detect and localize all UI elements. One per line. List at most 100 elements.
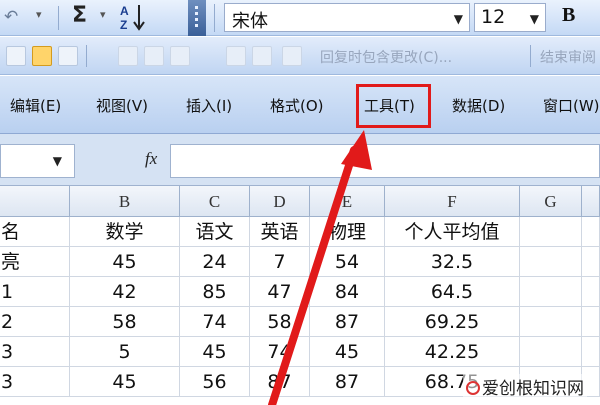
- cell-header-physics[interactable]: 物理: [310, 217, 385, 247]
- font-size-value: 12: [481, 6, 506, 28]
- font-size-combobox[interactable]: 12 ▼: [474, 3, 546, 32]
- cell-chinese[interactable]: 45: [180, 337, 250, 367]
- cell-empty[interactable]: [582, 337, 600, 367]
- font-name-combobox[interactable]: 宋体 ▼: [224, 3, 470, 32]
- cell-physics[interactable]: 45: [310, 337, 385, 367]
- cell-math[interactable]: 42: [70, 277, 180, 307]
- cell-average[interactable]: 32.5: [385, 247, 520, 277]
- cell-name[interactable]: 3: [0, 337, 70, 367]
- cell-empty[interactable]: [520, 277, 582, 307]
- edit-comment-icon[interactable]: [144, 46, 164, 66]
- autosum-dropdown-icon[interactable]: ▾: [100, 8, 106, 21]
- cell-average[interactable]: 64.5: [385, 277, 520, 307]
- cell-math[interactable]: 5: [70, 337, 180, 367]
- font-name-value: 宋体: [232, 11, 268, 32]
- column-header-d[interactable]: D: [250, 186, 310, 217]
- chevron-down-icon[interactable]: ▼: [530, 12, 539, 26]
- cell-empty[interactable]: [582, 307, 600, 337]
- menu-window[interactable]: 窗口(W): [543, 95, 600, 116]
- cell-header-name[interactable]: 名: [0, 217, 70, 247]
- watermark: 爱创根知识网: [463, 374, 587, 399]
- cell-name[interactable]: 3: [0, 367, 70, 397]
- menu-format[interactable]: 格式(O): [270, 95, 324, 116]
- cell-english[interactable]: 74: [250, 337, 310, 367]
- menu-bar: 编辑(E) 视图(V) 插入(I) 格式(O) 工具(T) 数据(D) 窗口(W…: [0, 76, 600, 134]
- comment-icon[interactable]: [118, 46, 138, 66]
- menu-data[interactable]: 数据(D): [452, 95, 505, 116]
- highlighted-tool-icon[interactable]: [32, 46, 52, 66]
- column-header-g[interactable]: G: [520, 186, 582, 217]
- toolbar-separator: [58, 6, 59, 30]
- cell-name[interactable]: 亮: [0, 247, 70, 277]
- cell-header-math[interactable]: 数学: [70, 217, 180, 247]
- cell-english[interactable]: 58: [250, 307, 310, 337]
- insert-function-icon[interactable]: fx: [145, 149, 157, 169]
- cell-math[interactable]: 45: [70, 247, 180, 277]
- cell-empty[interactable]: [520, 217, 582, 247]
- column-header-h[interactable]: [582, 186, 600, 217]
- toolbar-separator: [214, 4, 215, 32]
- menu-edit[interactable]: 编辑(E): [10, 95, 61, 116]
- standard-toolbar: ↶ ▾ Σ ▾ A Z 宋体 ▼ 12 ▼ B: [0, 0, 600, 36]
- column-header-b[interactable]: B: [70, 186, 180, 217]
- delete-comment-icon[interactable]: [226, 46, 246, 66]
- cell-english[interactable]: 47: [250, 277, 310, 307]
- toolbar-separator: [530, 45, 531, 67]
- cell-physics[interactable]: 87: [310, 307, 385, 337]
- cell-header-chinese[interactable]: 语文: [180, 217, 250, 247]
- column-header-e[interactable]: E: [310, 186, 385, 217]
- cell-header-average[interactable]: 个人平均值: [385, 217, 520, 247]
- name-box[interactable]: ▼: [0, 144, 75, 178]
- cell-chinese[interactable]: 85: [180, 277, 250, 307]
- drawing-icon[interactable]: [6, 46, 26, 66]
- ink-annotations-icon[interactable]: [282, 46, 302, 66]
- worksheet-grid[interactable]: B C D E F G 名 数学 语文 英语 物理 个人平均值 亮 45 24 …: [0, 186, 600, 405]
- undo-dropdown-icon[interactable]: ▾: [36, 8, 42, 21]
- cell-chinese[interactable]: 74: [180, 307, 250, 337]
- menu-insert[interactable]: 插入(I): [186, 95, 232, 116]
- sort-ascending-icon[interactable]: A Z: [118, 2, 148, 32]
- pen-icon[interactable]: [58, 46, 78, 66]
- cell-empty[interactable]: [582, 247, 600, 277]
- end-review-button[interactable]: 结束审阅: [540, 47, 596, 67]
- cell-empty[interactable]: [520, 337, 582, 367]
- cell-empty[interactable]: [520, 247, 582, 277]
- cell-chinese[interactable]: 24: [180, 247, 250, 277]
- column-header-c[interactable]: C: [180, 186, 250, 217]
- cell-english[interactable]: 87: [250, 367, 310, 397]
- formula-input[interactable]: [170, 144, 600, 178]
- column-header-f[interactable]: F: [385, 186, 520, 217]
- watermark-logo-icon: [466, 381, 480, 395]
- cell-physics[interactable]: 84: [310, 277, 385, 307]
- formula-bar: ▼ fx: [0, 134, 600, 186]
- chevron-down-icon[interactable]: ▼: [53, 154, 62, 168]
- show-all-comments-icon[interactable]: [252, 46, 272, 66]
- cell-name[interactable]: 1: [0, 277, 70, 307]
- undo-icon[interactable]: ↶: [4, 7, 18, 27]
- chevron-down-icon[interactable]: ▼: [454, 12, 463, 26]
- autosum-button[interactable]: Σ: [72, 3, 87, 28]
- cell-empty[interactable]: [582, 277, 600, 307]
- reply-with-changes-button[interactable]: 回复时包含更改(C)...: [320, 47, 452, 67]
- cell-name[interactable]: 2: [0, 307, 70, 337]
- cell-empty[interactable]: [520, 307, 582, 337]
- cell-average[interactable]: 69.25: [385, 307, 520, 337]
- cell-header-english[interactable]: 英语: [250, 217, 310, 247]
- svg-text:Z: Z: [120, 18, 127, 32]
- svg-text:A: A: [120, 4, 129, 18]
- toolbar-separator: [86, 45, 87, 67]
- toolbar-grip[interactable]: [188, 0, 206, 36]
- cell-average[interactable]: 42.25: [385, 337, 520, 367]
- show-comment-icon[interactable]: [170, 46, 190, 66]
- cell-physics[interactable]: 87: [310, 367, 385, 397]
- cell-physics[interactable]: 54: [310, 247, 385, 277]
- cell-chinese[interactable]: 56: [180, 367, 250, 397]
- bold-button[interactable]: B: [562, 4, 575, 27]
- cell-empty[interactable]: [582, 217, 600, 247]
- tools-menu-highlight-box: [356, 84, 431, 128]
- cell-math[interactable]: 45: [70, 367, 180, 397]
- cell-math[interactable]: 58: [70, 307, 180, 337]
- column-header-a[interactable]: [0, 186, 70, 217]
- menu-view[interactable]: 视图(V): [96, 95, 148, 116]
- cell-english[interactable]: 7: [250, 247, 310, 277]
